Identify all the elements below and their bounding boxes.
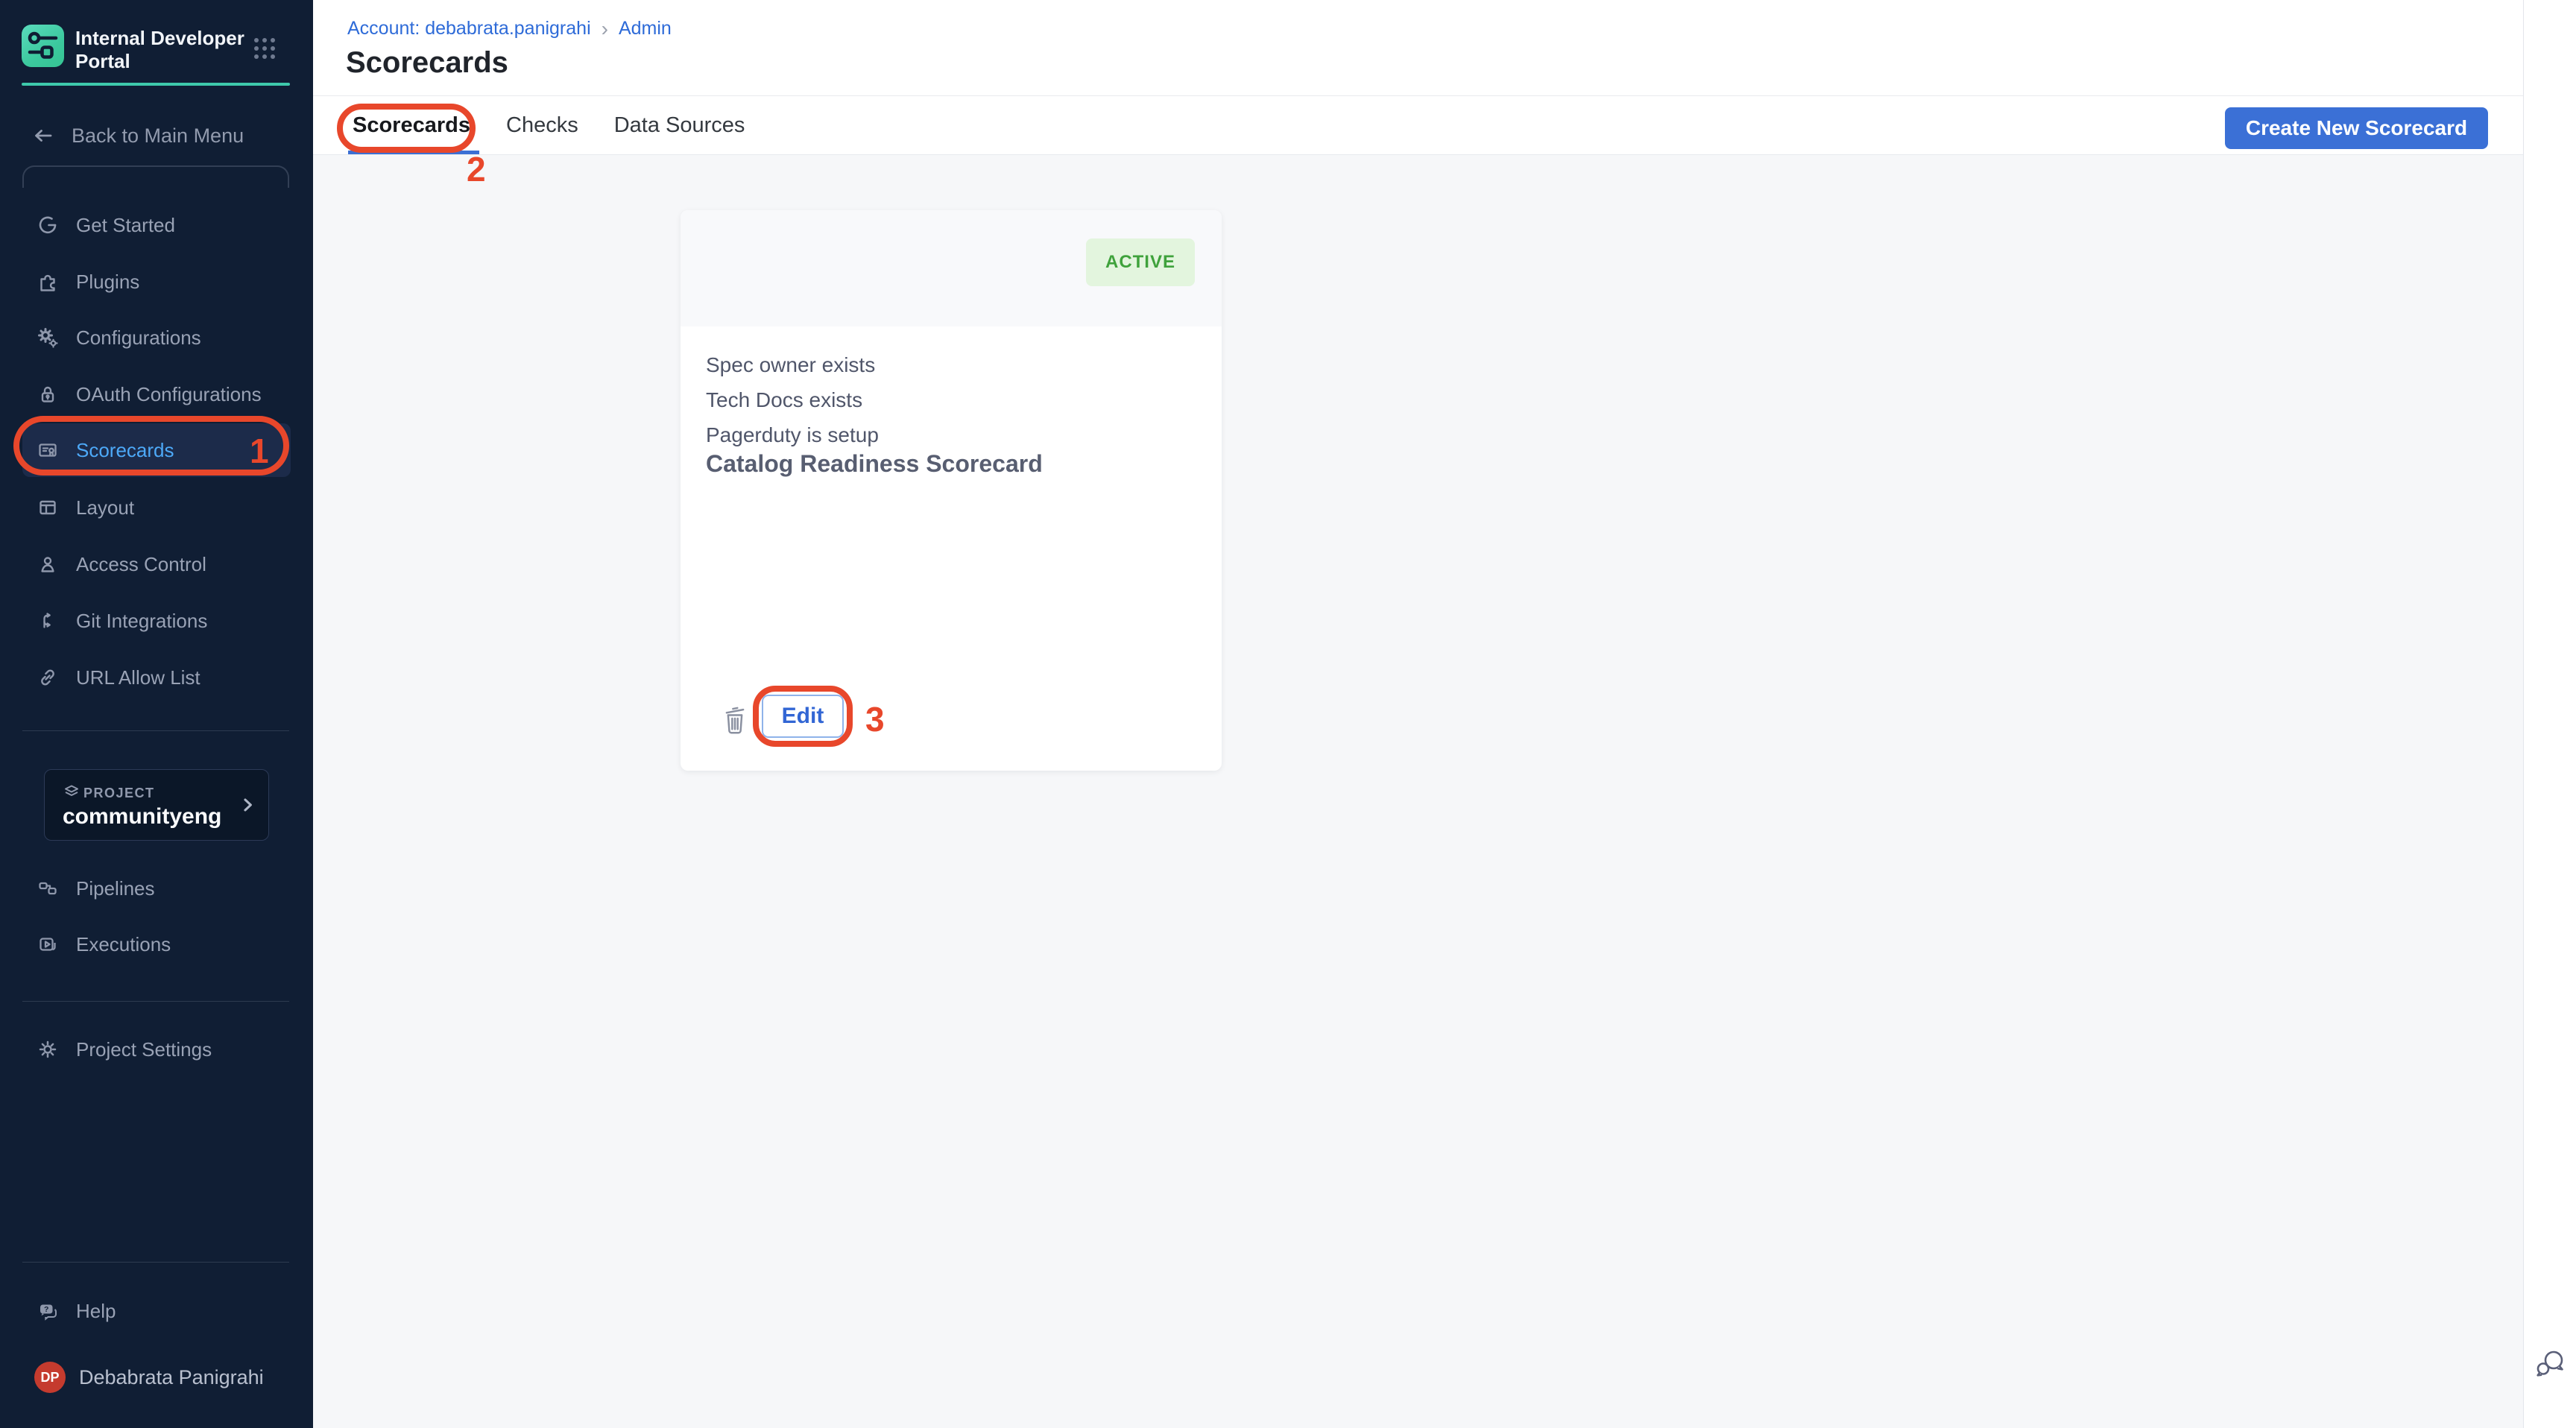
check-item: Pagerduty is setup: [706, 417, 879, 452]
annotation-number-3: 3: [865, 699, 885, 739]
sidebar-item-label: Executions: [76, 933, 171, 956]
settings-gear-icon: [36, 1037, 60, 1061]
git-branch-icon: [36, 609, 60, 633]
tab-bar: Scorecards Checks Data Sources Create Ne…: [313, 96, 2523, 155]
sidebar-item-label: Configurations: [76, 326, 201, 350]
edit-button[interactable]: Edit: [762, 695, 844, 738]
sidebar-item-label: Access Control: [76, 553, 206, 576]
sidebar-item-label: Pipelines: [76, 877, 155, 900]
project-selector[interactable]: PROJECT communityeng: [44, 769, 269, 841]
user-name: Debabrata Panigrahi: [79, 1366, 264, 1389]
sidebar-item-plugins[interactable]: Plugins: [22, 255, 291, 309]
sidebar-item-scorecards[interactable]: Scorecards: [22, 423, 291, 477]
app-window: Internal Developer Portal Back to Main M…: [0, 0, 2576, 1428]
scorecards-icon: [36, 438, 60, 462]
sidebar-item-access-control[interactable]: Access Control: [22, 537, 291, 591]
help-chat-icon: ?: [36, 1299, 60, 1323]
scorecard-card: ACTIVE Catalog Readiness Scorecard Spec …: [681, 210, 1222, 771]
scorecard-title: Catalog Readiness Scorecard: [706, 450, 1043, 478]
back-to-main-menu[interactable]: Back to Main Menu: [22, 119, 291, 152]
nav-panel-border: [22, 165, 289, 188]
scorecard-card-header: ACTIVE: [681, 210, 1222, 326]
sidebar-item-pipelines[interactable]: Pipelines: [22, 862, 291, 915]
sidebar-item-label: Get Started: [76, 214, 175, 237]
chevron-right-icon: [237, 794, 258, 815]
sidebar-item-layout[interactable]: Layout: [22, 481, 291, 534]
sidebar-item-help[interactable]: ? Help: [22, 1284, 291, 1338]
check-item: Spec owner exists: [706, 347, 879, 382]
right-side-rail: [2523, 0, 2576, 1428]
sidebar-item-label: Git Integrations: [76, 610, 207, 633]
sidebar-item-label: OAuth Configurations: [76, 383, 262, 406]
sidebar-item-executions[interactable]: Executions: [22, 917, 291, 971]
sliders-logo-icon: [22, 25, 64, 67]
delete-scorecard-button[interactable]: [722, 704, 748, 736]
user-menu[interactable]: DP Debabrata Panigrahi: [22, 1355, 291, 1400]
accent-divider: [22, 83, 290, 86]
sidebar-item-label: Help: [76, 1300, 116, 1323]
back-arrow-icon: [31, 124, 55, 148]
sidebar: Internal Developer Portal Back to Main M…: [0, 0, 313, 1428]
plugins-icon: [36, 270, 60, 294]
sidebar-title: Internal Developer Portal: [75, 27, 247, 73]
svg-text:?: ?: [44, 1305, 48, 1314]
support-chat-button[interactable]: [2533, 1346, 2569, 1382]
tab-checks[interactable]: Checks: [506, 96, 578, 154]
sidebar-item-label: Scorecards: [76, 439, 174, 462]
status-badge: ACTIVE: [1086, 238, 1195, 286]
chat-bubbles-icon: [2533, 1346, 2569, 1382]
page-header: Account: debabrata.panigrahi › Admin Sco…: [313, 0, 2523, 96]
tab-data-sources[interactable]: Data Sources: [614, 96, 745, 154]
page-title: Scorecards: [346, 46, 508, 80]
app-grid-icon[interactable]: [252, 36, 277, 61]
pipelines-icon: [36, 876, 60, 900]
sidebar-item-get-started[interactable]: Get Started: [22, 198, 291, 252]
breadcrumb-separator-icon: ›: [602, 19, 608, 38]
sidebar-item-project-settings[interactable]: Project Settings: [22, 1023, 291, 1076]
idp-logo: [22, 25, 64, 67]
sidebar-item-label: Project Settings: [76, 1038, 212, 1061]
sidebar-item-url-allow-list[interactable]: URL Allow List: [22, 651, 291, 704]
sidebar-item-configurations[interactable]: Configurations: [22, 311, 291, 364]
create-new-scorecard-button[interactable]: Create New Scorecard: [2225, 107, 2488, 149]
sidebar-divider: [22, 1262, 289, 1263]
breadcrumb-admin-link[interactable]: Admin: [619, 18, 672, 40]
project-name: communityeng: [63, 804, 221, 830]
sidebar-item-label: Plugins: [76, 271, 139, 294]
scorecard-checks: Spec owner exists Tech Docs exists Pager…: [706, 347, 879, 452]
annotation-number-2: 2: [467, 149, 486, 189]
avatar: DP: [34, 1362, 66, 1393]
access-control-person-icon: [36, 552, 60, 576]
breadcrumb: Account: debabrata.panigrahi › Admin: [347, 18, 672, 40]
project-label: PROJECT: [83, 786, 155, 801]
tab-scorecards[interactable]: Scorecards: [353, 96, 470, 154]
oauth-lock-icon: [36, 382, 60, 406]
get-started-icon: [36, 213, 60, 237]
sidebar-item-oauth-configurations[interactable]: OAuth Configurations: [22, 367, 291, 421]
layers-icon: [63, 783, 80, 801]
executions-play-icon: [36, 932, 60, 956]
breadcrumb-account-link[interactable]: Account: debabrata.panigrahi: [347, 18, 591, 40]
trash-icon: [722, 704, 748, 736]
layout-icon: [36, 496, 60, 519]
url-link-icon: [36, 666, 60, 689]
check-item: Tech Docs exists: [706, 382, 879, 417]
back-to-main-menu-label: Back to Main Menu: [72, 124, 244, 148]
main-content: Account: debabrata.panigrahi › Admin Sco…: [313, 0, 2523, 1428]
sidebar-divider: [22, 1001, 289, 1002]
sidebar-divider: [22, 730, 289, 731]
configurations-gear-icon: [36, 326, 60, 350]
sidebar-item-git-integrations[interactable]: Git Integrations: [22, 594, 291, 648]
sidebar-item-label: Layout: [76, 496, 134, 519]
sidebar-item-label: URL Allow List: [76, 666, 201, 689]
